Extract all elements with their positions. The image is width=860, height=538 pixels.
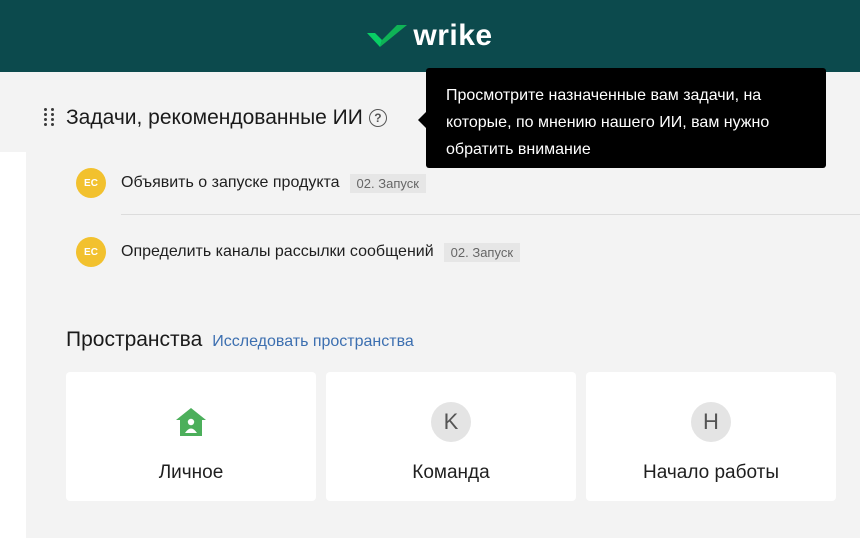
space-letter-avatar: K [431,402,471,442]
left-panel [0,152,26,538]
spaces-header: Пространства Исследовать пространства [66,328,414,352]
ai-tasks-title: Задачи, рекомендованные ИИ [66,106,363,129]
space-label: Команда [412,462,490,483]
help-tooltip: Просмотрите назначенные вам задачи, на к… [426,68,826,168]
space-letter-avatar: H [691,402,731,442]
explore-spaces-link[interactable]: Исследовать пространства [212,333,414,351]
space-label: Личное [158,462,224,483]
ai-tasks-header: Задачи, рекомендованные ИИ ? [44,106,387,130]
space-card-personal[interactable]: Личное [66,372,316,501]
task-name[interactable]: Объявить о запуске продукта [121,174,340,192]
task-name[interactable]: Определить каналы рассылки сообщений [121,243,434,261]
spaces-title: Пространства [66,328,203,351]
avatar: EC [76,168,106,198]
space-card-getting-started[interactable]: H Начало работы [586,372,836,501]
home-icon [176,408,206,436]
space-card-team[interactable]: K Команда [326,372,576,501]
avatar: EC [76,237,106,267]
space-label: Начало работы [642,462,779,483]
top-header: wrike [0,0,860,72]
task-project-tag[interactable]: 02. Запуск [443,242,521,262]
brand-name: wrike [413,19,493,52]
drag-handle-icon[interactable] [44,108,56,128]
help-icon[interactable]: ? [368,109,387,127]
task-project-tag[interactable]: 02. Запуск [349,173,426,193]
task-row[interactable]: EC Определить каналы рассылки сообщений … [76,237,521,267]
wrike-logo[interactable]: wrike [367,19,492,53]
wrike-checkmark-icon [367,25,408,47]
divider [121,214,860,215]
task-row[interactable]: EC Объявить о запуске продукта 02. Запус… [76,168,426,198]
